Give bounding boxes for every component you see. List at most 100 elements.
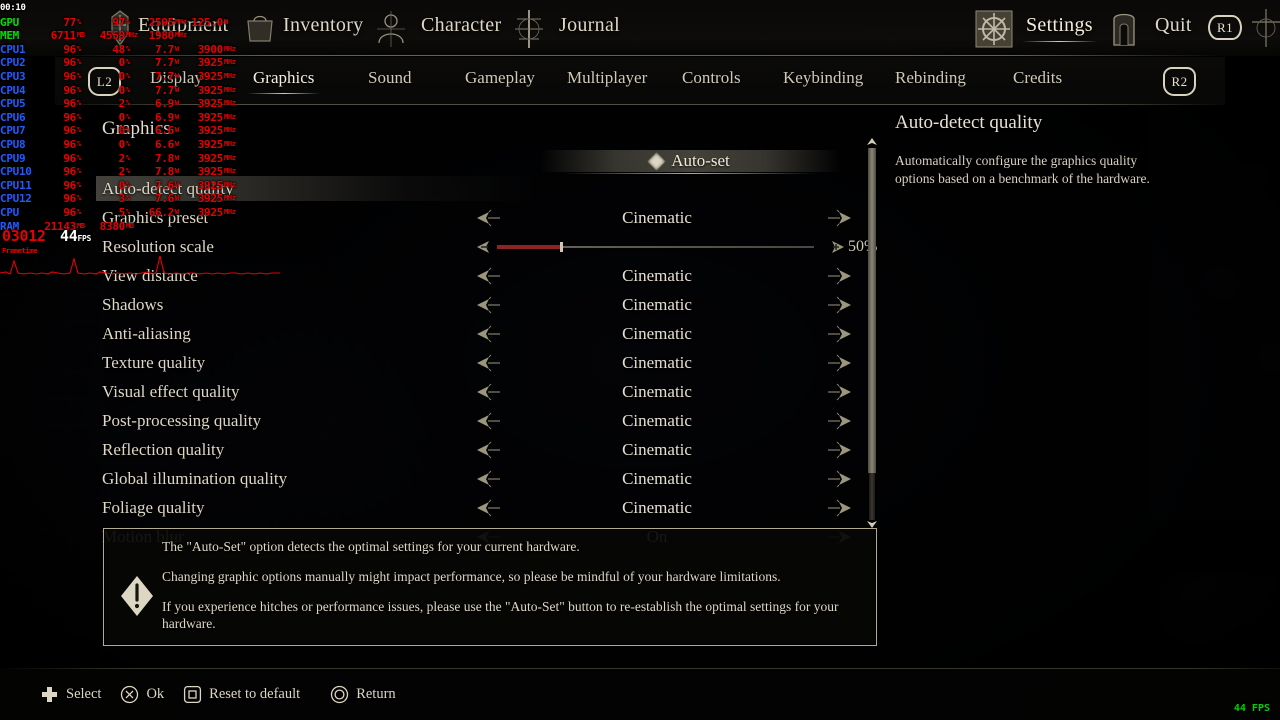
description-body: Automatically configure the graphics qua… xyxy=(895,153,1150,186)
tab-sound[interactable]: Sound xyxy=(368,68,411,88)
overlay-frametime-value: 03012 xyxy=(2,227,46,245)
settings-row[interactable]: Global illumination quality Cinematic xyxy=(80,464,870,493)
overlay-row-value: 3925 xyxy=(197,69,224,83)
settings-row[interactable]: Foliage quality Cinematic xyxy=(80,493,870,522)
option-next-icon[interactable] xyxy=(827,499,853,517)
slider-knob[interactable] xyxy=(560,241,563,252)
overlay-row-unit: % xyxy=(126,180,130,189)
settings-row[interactable]: Texture quality Cinematic xyxy=(80,348,870,377)
option-next-icon[interactable] xyxy=(827,412,853,430)
option-next-icon[interactable] xyxy=(827,470,853,488)
overlay-row-label: CPU8 xyxy=(0,137,26,151)
menu-item-journal-label: Journal xyxy=(559,14,620,36)
overlay-row-unit: MHz xyxy=(224,85,236,94)
slider-increase-icon[interactable] xyxy=(820,238,846,256)
r1-bumper-indicator[interactable]: R1 xyxy=(1208,15,1242,40)
square-button-icon xyxy=(183,685,202,704)
settings-row[interactable]: Visual effect quality Cinematic xyxy=(80,377,870,406)
overlay-row-value: 3925 xyxy=(197,124,224,138)
overlay-row-unit: MHz xyxy=(224,180,236,189)
overlay-row-value: 7.7 xyxy=(155,56,174,70)
menu-item-settings-label: Settings xyxy=(1026,14,1093,36)
overlay-row-unit: % xyxy=(77,139,81,148)
tab-gameplay[interactable]: Gameplay xyxy=(465,68,535,88)
warning-text-block: The "Auto-Set" option detects the optima… xyxy=(162,538,862,632)
overlay-row-unit: MHz xyxy=(126,31,138,40)
overlay-row-unit: W xyxy=(224,17,228,26)
overlay-clock: 00:10 xyxy=(0,3,26,13)
tab-keybinding[interactable]: Keybinding xyxy=(783,68,863,88)
menu-item-inventory[interactable]: Inventory xyxy=(283,14,363,37)
overlay-row-value: 2 xyxy=(118,151,126,165)
overlay-row-unit: % xyxy=(126,58,130,67)
tab-credits[interactable]: Credits xyxy=(1013,68,1062,88)
dpad-icon xyxy=(40,685,59,704)
overlay-row-value: 66.2 xyxy=(148,205,175,219)
option-next-icon[interactable] xyxy=(827,354,853,372)
settings-scrollbar[interactable] xyxy=(866,138,878,528)
resolution-scale-slider[interactable] xyxy=(482,238,832,256)
scrollbar-thumb[interactable] xyxy=(868,148,876,473)
cross-button-icon xyxy=(120,685,139,704)
action-reset-label: Reset to default xyxy=(209,685,301,702)
overlay-row-value: 96 xyxy=(63,178,76,192)
overlay-clock-row: 00:10 xyxy=(0,2,285,16)
warning-box: The "Auto-Set" option detects the optima… xyxy=(103,528,877,646)
overlay-row-value: 0 xyxy=(118,83,126,97)
settings-row[interactable]: Reflection quality Cinematic xyxy=(80,435,870,464)
tab-credits-label: Credits xyxy=(1013,68,1063,87)
option-next-icon[interactable] xyxy=(827,441,853,459)
menu-item-settings[interactable]: Settings xyxy=(1022,14,1097,42)
tab-keybinding-label: Keybinding xyxy=(783,68,864,87)
tab-controls[interactable]: Controls xyxy=(682,68,741,88)
overlay-row-unit: % xyxy=(77,180,81,189)
option-next-icon[interactable] xyxy=(827,209,853,227)
settings-row-value: Cinematic xyxy=(622,410,692,430)
overlay-row-value: 2595 xyxy=(148,15,175,29)
warning-line-1: The "Auto-Set" option detects the optima… xyxy=(162,539,580,554)
auto-set-button[interactable]: Auto-set xyxy=(540,150,840,174)
overlay-row-value: 3925 xyxy=(197,56,224,70)
action-return[interactable]: Return xyxy=(330,685,396,704)
tab-rebinding[interactable]: Rebinding xyxy=(895,68,966,88)
overlay-row-unit: % xyxy=(126,207,130,216)
menu-item-journal[interactable]: Journal xyxy=(559,14,620,37)
action-select[interactable]: Select xyxy=(40,685,101,704)
option-next-icon[interactable] xyxy=(827,383,853,401)
overlay-row-value: 4559 xyxy=(99,29,126,43)
overlay-row-unit: % xyxy=(77,112,81,121)
overlay-row-value: 96 xyxy=(63,110,76,124)
menu-item-character[interactable]: Character xyxy=(421,14,501,37)
overlay-row-value: 6.6 xyxy=(155,137,174,151)
settings-row[interactable]: Shadows Cinematic xyxy=(80,290,870,319)
overlay-row-value: 7.6 xyxy=(155,178,174,192)
overlay-row-value: 2 xyxy=(118,165,126,179)
tab-multiplayer-label: Multiplayer xyxy=(567,68,648,87)
overlay-row-unit: W xyxy=(175,153,179,162)
action-ok[interactable]: Ok xyxy=(120,685,164,704)
overlay-row-mem: MEM 6711 MB 4559 MHz 1980 MHz xyxy=(0,29,285,43)
overlay-row-value: 0 xyxy=(118,69,126,83)
settings-row[interactable]: Anti-aliasing Cinematic xyxy=(80,319,870,348)
overlay-row-unit: W xyxy=(175,126,179,135)
overlay-row-value: 6.6 xyxy=(155,124,174,138)
scrollbar-down-cap-icon xyxy=(867,521,877,528)
option-next-icon[interactable] xyxy=(827,325,853,343)
overlay-row-value: 3925 xyxy=(197,151,224,165)
menu-item-quit[interactable]: Quit xyxy=(1155,14,1192,37)
option-next-icon[interactable] xyxy=(827,296,853,314)
r2-trigger-indicator[interactable]: R2 xyxy=(1163,67,1196,96)
action-return-label: Return xyxy=(356,685,396,702)
action-reset-to-default[interactable]: Reset to default xyxy=(183,685,300,704)
settings-row-value: Cinematic xyxy=(622,468,692,488)
option-next-icon[interactable] xyxy=(827,267,853,285)
settings-row-value: Cinematic xyxy=(622,352,692,372)
overlay-row-label: CPU1 xyxy=(0,42,26,56)
overlay-row-unit: % xyxy=(126,194,130,203)
overlay-row-unit: % xyxy=(126,44,130,53)
settings-row-label: Anti-aliasing xyxy=(102,323,191,343)
overlay-row-unit: % xyxy=(77,99,81,108)
tab-multiplayer[interactable]: Multiplayer xyxy=(567,68,647,88)
overlay-row-label: MEM xyxy=(0,29,19,43)
settings-row[interactable]: Post-processing quality Cinematic xyxy=(80,406,870,435)
